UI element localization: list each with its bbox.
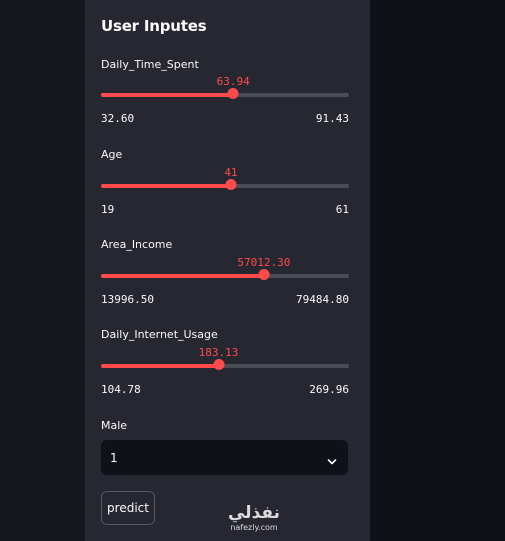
slider-max-value: 61 (335, 203, 349, 216)
main-area (370, 0, 505, 541)
slider-track[interactable] (101, 93, 349, 97)
male-select[interactable]: 1 (101, 440, 348, 475)
daily-internet-usage-slider[interactable]: 183.13 104.78 269.96 (101, 346, 349, 416)
chevron-down-icon[interactable] (327, 452, 337, 465)
slider-thumb[interactable] (225, 179, 237, 190)
slider-min-value: 32.60 (101, 112, 135, 125)
slider-current-value: 63.94 (216, 75, 250, 88)
slider-thumb[interactable] (213, 359, 225, 370)
watermark-logo: نفذلي (227, 503, 281, 523)
slider-fill (101, 364, 219, 368)
daily-time-spent-label: Daily_Time_Spent (101, 58, 199, 71)
watermark-url: nafezly.com (230, 523, 278, 532)
male-label: Male (101, 419, 128, 432)
slider-track[interactable] (101, 364, 349, 368)
predict-button[interactable]: predict (101, 491, 155, 525)
slider-fill (101, 93, 234, 97)
area-income-label: Area_Income (101, 238, 173, 251)
area-income-slider[interactable]: 57012.30 13996.50 79484.80 (101, 256, 349, 326)
select-value: 1 (110, 451, 118, 465)
watermark: نفذلي nafezly.com (222, 503, 286, 533)
age-slider[interactable]: 41 19 61 (101, 166, 349, 236)
sidebar-title: User Inputes (101, 17, 207, 35)
sidebar: User Inputes Daily_Time_Spent 63.94 32.6… (85, 0, 370, 541)
slider-thumb[interactable] (227, 88, 239, 99)
age-label: Age (101, 148, 123, 161)
slider-min-value: 104.78 (101, 383, 141, 396)
slider-max-value: 79484.80 (296, 293, 349, 306)
slider-fill (101, 274, 264, 278)
left-backdrop (0, 0, 85, 541)
slider-min-value: 19 (101, 203, 115, 216)
slider-track[interactable] (101, 274, 349, 278)
slider-max-value: 91.43 (315, 112, 349, 125)
daily-internet-usage-label: Daily_Internet_Usage (101, 328, 218, 341)
slider-fill (101, 184, 231, 188)
slider-current-value: 41 (224, 166, 238, 179)
slider-current-value: 183.13 (198, 346, 239, 359)
daily-time-spent-slider[interactable]: 63.94 32.60 91.43 (101, 75, 349, 145)
slider-thumb[interactable] (258, 269, 270, 280)
slider-max-value: 269.96 (309, 383, 349, 396)
slider-min-value: 13996.50 (101, 293, 154, 306)
slider-current-value: 57012.30 (237, 256, 291, 269)
